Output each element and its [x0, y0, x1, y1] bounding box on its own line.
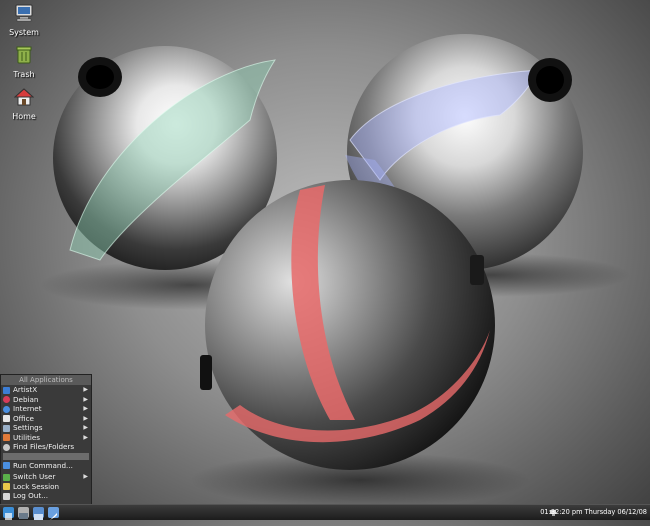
switch-user-icon: [3, 473, 10, 481]
menu-item-switch-user[interactable]: Switch User ▶: [1, 472, 91, 482]
menu-item-label: Log Out...: [13, 491, 49, 500]
tool-icon: [50, 513, 57, 520]
tool-launcher-button[interactable]: [48, 507, 59, 520]
menu-item-label: Office: [13, 413, 34, 423]
menu-item-settings[interactable]: Settings ▶: [1, 423, 91, 433]
menu-item-label: Run Command...: [13, 460, 73, 470]
wallpaper: [40, 34, 630, 505]
menu-item-label: Settings: [13, 423, 43, 432]
menu-item-find-files[interactable]: Find Files/Folders: [1, 442, 91, 452]
trash-icon: [16, 46, 32, 64]
utilities-icon: [3, 434, 10, 441]
menu-item-label: Switch User: [13, 472, 56, 481]
menu-item-label: Find Files/Folders: [13, 442, 75, 451]
menu-item-log-out[interactable]: Log Out...: [1, 491, 91, 501]
desktop-icon-system[interactable]: System: [0, 4, 48, 37]
start-icon: [5, 513, 12, 520]
file-manager-button[interactable]: [33, 507, 44, 520]
show-desktop-button[interactable]: [18, 507, 29, 519]
desktop-icon-home[interactable]: Home: [0, 88, 48, 121]
submenu-arrow-icon: ▶: [83, 433, 88, 441]
logout-icon: [3, 492, 10, 500]
document-icon: [3, 415, 10, 422]
debian-icon: [3, 396, 10, 403]
menu-separator: [3, 452, 89, 460]
menu-item-label: Internet: [13, 404, 42, 413]
menu-header: All Applications: [1, 375, 91, 385]
menu-item-office[interactable]: Office ▶: [1, 414, 91, 424]
lock-icon: [3, 483, 10, 490]
home-icon: [13, 88, 35, 106]
desktop-icon-label: Home: [12, 112, 36, 121]
clock[interactable]: 01:32:20 pm Thursday 06/12/08: [540, 507, 647, 518]
folder-icon: [34, 514, 43, 520]
menu-item-internet[interactable]: Internet ▶: [1, 404, 91, 414]
tools-icon: [3, 424, 10, 432]
menu-item-label: Utilities: [13, 432, 41, 442]
globe-icon: [3, 405, 10, 413]
application-menu: All Applications ArtistX ▶ Debian ▶ Inte…: [0, 374, 92, 505]
run-icon: [3, 462, 10, 469]
menu-item-lock-session[interactable]: Lock Session: [1, 482, 91, 492]
menu-item-run-command[interactable]: Run Command...: [1, 461, 91, 471]
taskbar: 01:32:20 pm Thursday 06/12/08: [0, 504, 650, 520]
desktop-icon-trash[interactable]: Trash: [0, 46, 48, 79]
computer-icon: [15, 4, 33, 22]
menu-item-label: ArtistX: [13, 385, 38, 394]
menu-item-utilities[interactable]: Utilities ▶: [1, 433, 91, 443]
menu-item-label: Debian: [13, 394, 39, 404]
submenu-arrow-icon: ▶: [83, 414, 88, 422]
start-menu-button[interactable]: [3, 507, 14, 520]
menu-item-artistx[interactable]: ArtistX ▶: [1, 385, 91, 395]
desktop-icon: [19, 513, 28, 519]
menu-item-label: Lock Session: [13, 481, 60, 491]
submenu-arrow-icon: ▶: [83, 395, 88, 403]
submenu-arrow-icon: ▶: [83, 424, 88, 431]
submenu-arrow-icon: ▶: [83, 405, 88, 412]
submenu-arrow-icon: ▶: [83, 473, 88, 480]
menu-item-debian[interactable]: Debian ▶: [1, 395, 91, 405]
artistx-icon: [3, 386, 10, 394]
submenu-arrow-icon: ▶: [83, 386, 88, 393]
desktop-icon-label: Trash: [13, 70, 35, 79]
desktop-icon-label: System: [9, 28, 39, 37]
search-icon: [3, 443, 10, 451]
